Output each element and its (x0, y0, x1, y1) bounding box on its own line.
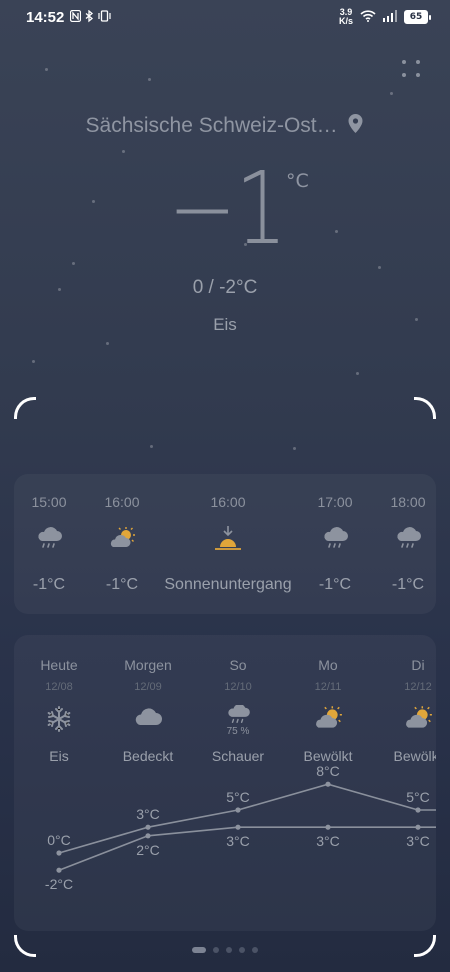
page-dot[interactable] (239, 947, 245, 953)
high-temp-label: 8°C (316, 763, 340, 779)
frame-corner-bottom-right (414, 935, 436, 957)
daily-temperature-chart: 0°C -2°C 3°C 2°C 5°C 3°C 8°C 3°C 5°C 3°C (45, 763, 436, 892)
high-temp-point (235, 807, 241, 813)
low-temp-label: 3°C (226, 833, 250, 849)
current-temperature: −1 (168, 150, 287, 267)
high-temp-point (325, 781, 331, 787)
rain-cloud-icon (35, 526, 63, 557)
high-temp-point (145, 824, 151, 830)
page-dot[interactable] (192, 947, 206, 953)
high-temp-label: 5°C (226, 789, 250, 805)
low-temp-point (325, 824, 331, 830)
low-temp-point (415, 824, 421, 830)
high-temp-point (415, 807, 421, 813)
low-temp-label: -2°C (45, 876, 73, 892)
location-name: Sächsische Schweiz-Ost… (85, 114, 338, 137)
current-condition: Eis (213, 315, 237, 334)
page-dot[interactable] (226, 947, 232, 953)
status-right-icons: 3.9 K/s 65 (338, 7, 431, 26)
location-pin-icon (347, 113, 364, 140)
network-speed: 3.9 K/s (338, 7, 353, 26)
signal-icon (383, 8, 397, 26)
page-dot[interactable] (252, 947, 258, 953)
low-temp-label: 3°C (406, 833, 430, 849)
more-options-icon[interactable] (402, 60, 422, 80)
high-temp-point (56, 850, 62, 856)
partly-cloudy-icon (108, 526, 136, 555)
wifi-icon (360, 8, 376, 26)
vibrate-icon (98, 10, 111, 26)
page-indicator[interactable] (0, 947, 450, 953)
status-bar: 14:52 3.9 K/s 65 (0, 0, 450, 36)
location-header[interactable]: Sächsische Schweiz-Ost… (0, 113, 450, 140)
low-temp-point (145, 833, 151, 839)
page-dot[interactable] (213, 947, 219, 953)
high-temp-label: 3°C (136, 806, 160, 822)
bluetooth-icon (85, 9, 94, 26)
current-temperature-unit: °C (286, 170, 309, 192)
low-temp-label: 2°C (136, 842, 160, 858)
high-temp-label: 5°C (406, 789, 430, 805)
daily-forecast-card[interactable]: Heute 12/08 Eis Morgen 12/09 Bedeckt So … (14, 635, 436, 931)
frame-corner-top-left (14, 397, 36, 419)
rain-cloud-icon (321, 526, 349, 557)
status-time: 14:52 (26, 9, 65, 26)
frame-corner-bottom-left (14, 935, 36, 957)
high-temp-label: 0°C (47, 832, 71, 848)
status-left-icons (69, 9, 111, 26)
battery-icon: 65 (404, 10, 431, 24)
nfc-icon (69, 9, 82, 26)
low-temp-label: 3°C (316, 833, 340, 849)
sunset-icon (213, 526, 243, 557)
hourly-forecast-card[interactable]: 15:00 -1°C 16:00 -1°C 16:00 Sonnenunterg… (14, 474, 436, 614)
low-temp-point (235, 824, 241, 830)
frame-corner-top-right (414, 397, 436, 419)
current-temperature-range: 0 / -2°C (192, 277, 258, 298)
rain-cloud-icon (394, 526, 422, 557)
low-temp-point (56, 867, 62, 873)
